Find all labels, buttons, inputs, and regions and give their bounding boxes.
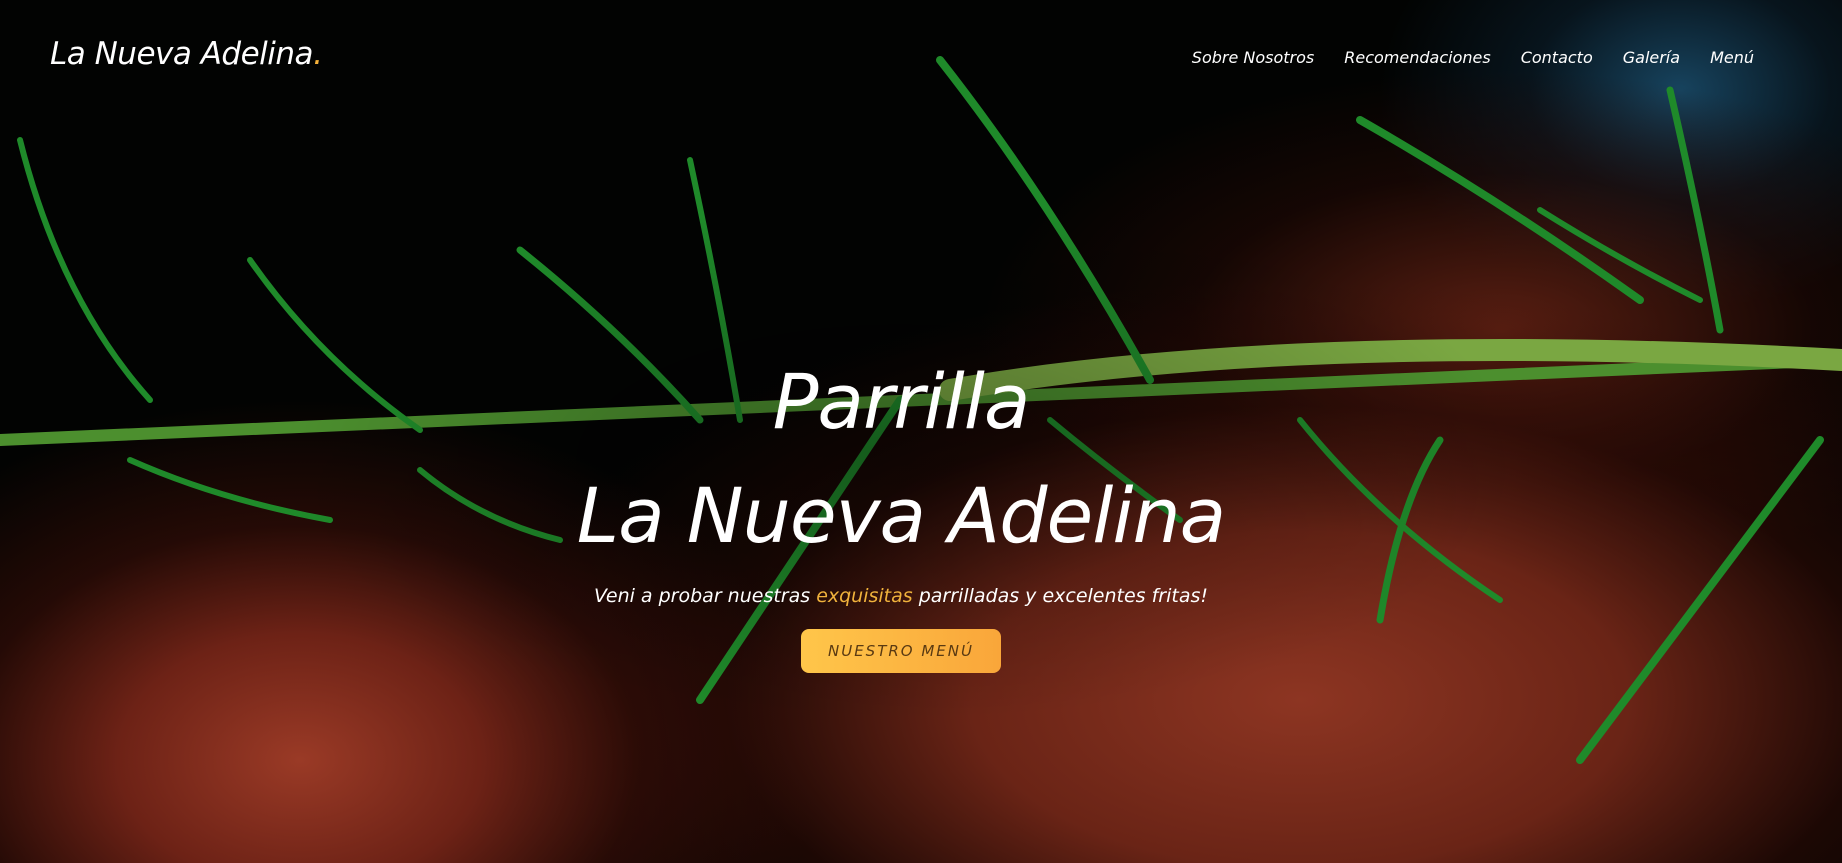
- hero-title: Parrilla La Nueva Adelina: [0, 345, 1802, 573]
- hero-title-line-1: Parrilla: [772, 357, 1031, 446]
- navbar: La Nueva Adelina. Sobre Nosotros Recomen…: [0, 0, 1842, 118]
- hero-subtitle: Veni a probar nuestras exquisitas parril…: [0, 585, 1802, 607]
- brand-name: La Nueva Adelina: [50, 36, 314, 72]
- hero-content: Parrilla La Nueva Adelina Veni a probar …: [0, 345, 1802, 673]
- nav-menu: Sobre Nosotros Recomendaciones Contacto …: [1192, 48, 1754, 67]
- hero-subtitle-start: Veni a probar nuestras: [594, 585, 817, 607]
- brand-logo[interactable]: La Nueva Adelina.: [50, 36, 323, 72]
- hero-title-line-2: La Nueva Adelina: [576, 471, 1227, 560]
- nav-link-contacto[interactable]: Contacto: [1521, 48, 1593, 67]
- hero-subtitle-end: parrilladas y excelentes fritas!: [912, 585, 1208, 607]
- nav-link-galeria[interactable]: Galería: [1623, 48, 1680, 67]
- hero-subtitle-accent: exquisitas: [816, 585, 913, 607]
- hero-section: La Nueva Adelina. Sobre Nosotros Recomen…: [0, 0, 1842, 863]
- nav-link-recomendaciones[interactable]: Recomendaciones: [1344, 48, 1490, 67]
- nuestro-menu-button[interactable]: NUESTRO MENÚ: [801, 629, 1001, 673]
- nav-link-menu[interactable]: Menú: [1710, 48, 1754, 67]
- nav-link-sobre-nosotros[interactable]: Sobre Nosotros: [1192, 48, 1314, 67]
- brand-dot: .: [313, 36, 323, 72]
